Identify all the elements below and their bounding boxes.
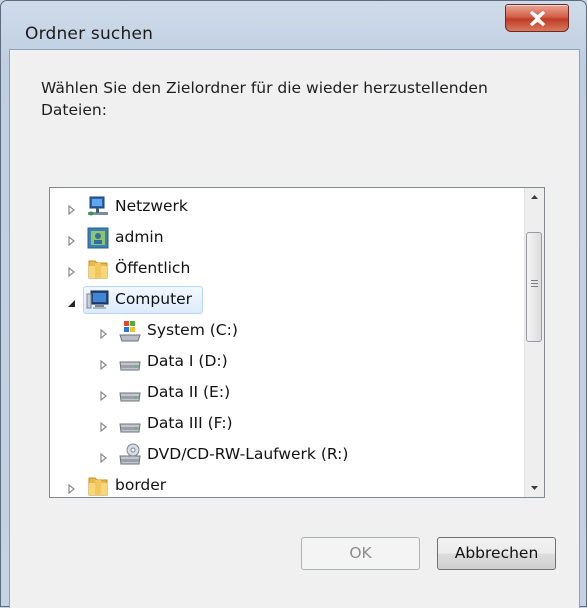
arrow-up-icon [531, 195, 538, 199]
instruction-text: Wählen Sie den Zielordner für die wieder… [41, 79, 488, 119]
expand-arrow-icon[interactable] [67, 264, 77, 278]
computer-icon [86, 288, 110, 312]
hard-drive-icon [118, 381, 142, 405]
tree-item[interactable]: System (C:) [50, 316, 520, 347]
grip-icon [531, 280, 538, 289]
tree-item-label: Data I (D:) [147, 352, 228, 370]
expand-arrow-icon[interactable] [67, 481, 77, 495]
expand-arrow-icon[interactable] [99, 450, 109, 464]
ok-button[interactable]: OK [301, 537, 420, 570]
cancel-button[interactable]: Abbrechen [437, 537, 556, 570]
arrow-down-icon [531, 486, 538, 490]
scroll-thumb[interactable] [526, 232, 542, 342]
hard-drive-icon [118, 412, 142, 436]
tree-item-label: admin [115, 228, 164, 246]
tree-item[interactable]: Netzwerk [50, 192, 520, 223]
tree-item-label: DVD/CD-RW-Laufwerk (R:) [147, 445, 349, 463]
scroll-down-button[interactable] [525, 479, 544, 497]
tree-item[interactable]: Öffentlich [50, 254, 520, 285]
tree-item[interactable]: border [50, 471, 520, 497]
tree-item[interactable]: admin [50, 223, 520, 254]
tree-item-label: Data II (E:) [147, 383, 231, 401]
close-icon [529, 11, 546, 26]
user-folder-icon [86, 226, 110, 250]
folder-tree[interactable]: Netzwerk admin Öffentlich Computer System (C… [49, 187, 545, 498]
tree-item-label: Computer [115, 290, 193, 308]
expand-arrow-icon[interactable] [99, 326, 109, 340]
dialog-window: Ordner suchen Wählen Sie den Zielordner … [0, 0, 587, 608]
expand-arrow-icon[interactable] [67, 233, 77, 247]
close-button[interactable] [505, 4, 569, 32]
expand-arrow-icon[interactable] [67, 202, 77, 216]
tree-item[interactable]: Computer [50, 285, 520, 316]
expand-arrow-icon[interactable] [99, 357, 109, 371]
network-icon [86, 195, 110, 219]
expand-arrow-icon[interactable] [99, 388, 109, 402]
tree-item[interactable]: Data III (F:) [50, 409, 520, 440]
tree-item[interactable]: DVD/CD-RW-Laufwerk (R:) [50, 440, 520, 471]
tree-item-label: Netzwerk [115, 197, 188, 215]
expand-arrow-icon[interactable] [99, 419, 109, 433]
collapse-arrow-icon[interactable] [67, 295, 77, 307]
title-bar[interactable]: Ordner suchen [1, 1, 586, 44]
tree-item-label: border [115, 476, 167, 494]
dialog-content: Wählen Sie den Zielordner für die wieder… [9, 49, 580, 608]
tree-item-label: System (C:) [147, 321, 238, 339]
tree-item-label: Data III (F:) [147, 414, 233, 432]
hard-drive-icon [118, 350, 142, 374]
vertical-scrollbar[interactable] [524, 188, 544, 497]
tree-item[interactable]: Data II (E:) [50, 378, 520, 409]
folder-icon [86, 474, 110, 497]
dvd-drive-icon [118, 443, 142, 467]
tree-item[interactable]: Data I (D:) [50, 347, 520, 378]
tree-item-label: Öffentlich [115, 259, 191, 277]
folder-icon [86, 257, 110, 281]
window-title: Ordner suchen [25, 24, 154, 44]
system-drive-icon [118, 319, 142, 343]
scroll-up-button[interactable] [525, 188, 544, 206]
